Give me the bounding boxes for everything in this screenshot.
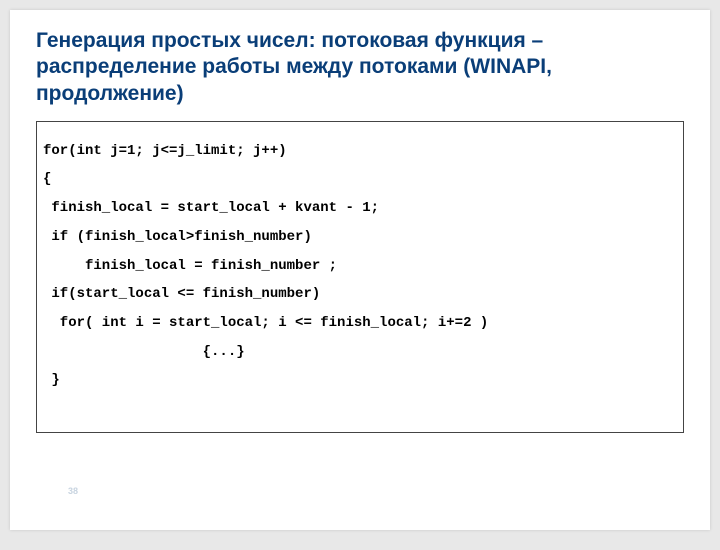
slide: Генерация простых чисел: потоковая функц… <box>10 10 710 530</box>
code-line: finish_local = start_local + kvant - 1; <box>43 201 677 216</box>
page-number: 38 <box>68 486 78 496</box>
code-line: for(int j=1; j<=j_limit; j++) <box>43 144 677 159</box>
code-line: {...} <box>43 345 677 360</box>
code-block: for(int j=1; j<=j_limit; j++) { finish_l… <box>36 121 684 433</box>
code-line: { <box>43 172 677 187</box>
code-line: for( int i = start_local; i <= finish_lo… <box>43 316 677 331</box>
code-line: } <box>43 373 677 388</box>
slide-title: Генерация простых чисел: потоковая функц… <box>36 28 684 107</box>
code-line: if (finish_local>finish_number) <box>43 230 677 245</box>
code-line: finish_local = finish_number ; <box>43 259 677 274</box>
code-line: if(start_local <= finish_number) <box>43 287 677 302</box>
